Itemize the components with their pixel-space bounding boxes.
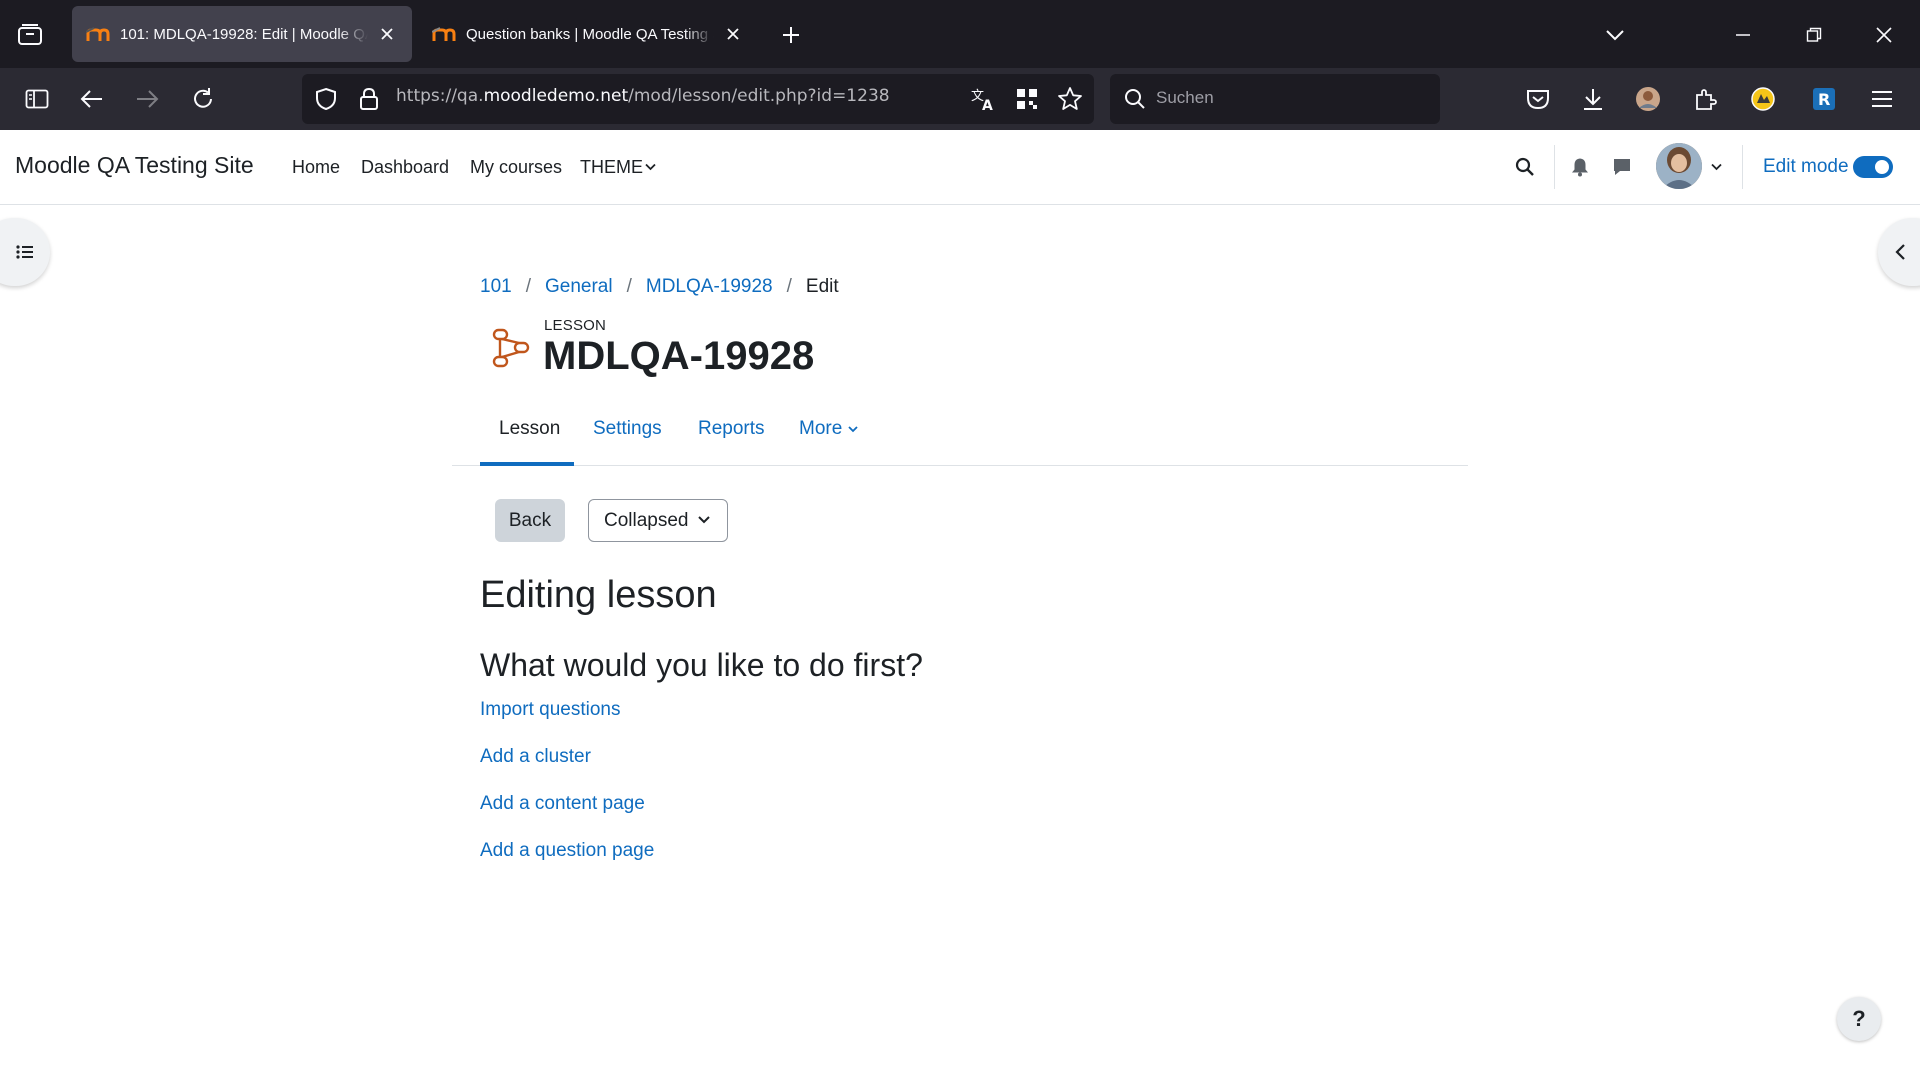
view-mode-value: Collapsed (604, 509, 689, 531)
close-tab-icon[interactable] (376, 23, 398, 45)
tracking-protection-shield-icon[interactable] (306, 80, 346, 118)
tab-more[interactable]: More (799, 418, 842, 440)
forward-arrow-icon[interactable] (127, 80, 167, 118)
restore-window-icon[interactable] (1797, 18, 1831, 52)
search-icon[interactable] (1512, 154, 1538, 180)
tab-reports[interactable]: Reports (698, 418, 765, 440)
user-menu-chevron-down-icon[interactable] (1708, 160, 1724, 174)
edit-mode-label[interactable]: Edit mode (1763, 156, 1849, 178)
list-icon (16, 245, 33, 259)
page-title: MDLQA-19928 (543, 334, 815, 378)
lesson-activity-icon (492, 328, 530, 368)
bookmark-star-icon[interactable] (1050, 80, 1090, 118)
tab-title: 101: MDLQA-19928: Edit | Moodle QA Testi… (120, 25, 368, 43)
course-index-drawer-toggle[interactable] (0, 218, 50, 286)
notifications-bell-icon[interactable] (1567, 154, 1593, 180)
url-path: /mod/lesson/edit.php?id=1238 (628, 86, 890, 106)
url-text[interactable]: https://qa.moodledemo.net/mod/lesson/edi… (396, 86, 890, 106)
edit-mode-toggle[interactable] (1853, 156, 1893, 178)
import-questions-link[interactable]: Import questions (480, 699, 620, 721)
view-mode-select[interactable]: Collapsed (588, 499, 728, 542)
tab-lesson[interactable]: Lesson (499, 418, 560, 440)
nav-home[interactable]: Home (292, 157, 340, 178)
breadcrumb: 101 / General / MDLQA-19928 / Edit (480, 276, 839, 298)
breadcrumb-link-activity[interactable]: MDLQA-19928 (646, 276, 773, 298)
messages-chat-icon[interactable] (1609, 154, 1635, 180)
header-divider (1554, 145, 1555, 189)
list-all-tabs-chevron-icon[interactable] (1598, 18, 1632, 52)
translate-icon[interactable]: 文A (964, 80, 1004, 118)
browser-tab-strip: 101: MDLQA-19928: Edit | Moodle QA Testi… (0, 0, 1920, 68)
sidebar-toggle-icon[interactable] (17, 80, 57, 118)
minimize-window-icon[interactable] (1726, 18, 1760, 52)
site-name[interactable]: Moodle QA Testing Site (15, 152, 254, 179)
active-tab-indicator (480, 462, 574, 466)
breadcrumb-separator: / (525, 276, 531, 297)
add-cluster-link[interactable]: Add a cluster (480, 746, 591, 768)
pocket-icon[interactable] (1518, 80, 1558, 118)
search-placeholder: Suchen (1156, 88, 1214, 107)
nav-my-courses[interactable]: My courses (470, 157, 562, 178)
breadcrumb-current: Edit (805, 276, 839, 297)
moodle-favicon-icon (86, 27, 110, 41)
close-tab-icon[interactable] (722, 23, 744, 45)
qr-code-icon[interactable] (1007, 80, 1047, 118)
nav-theme[interactable]: THEME (580, 157, 643, 178)
more-chevron-down-icon[interactable] (846, 422, 860, 436)
add-content-page-link[interactable]: Add a content page (480, 793, 645, 815)
close-window-icon[interactable] (1867, 18, 1901, 52)
theme-chevron-down-icon[interactable] (643, 160, 657, 174)
moodle-favicon-icon (432, 27, 456, 41)
extension-r-icon[interactable]: R (1804, 80, 1844, 118)
add-question-page-link[interactable]: Add a question page (480, 840, 654, 862)
browser-tab[interactable]: Question banks | Moodle QA Testing Site (418, 6, 758, 62)
chevron-down-icon (698, 516, 710, 524)
url-host: moodledemo.net (483, 86, 629, 106)
nav-dashboard[interactable]: Dashboard (361, 157, 449, 178)
svg-text:R: R (1818, 90, 1830, 109)
account-avatar-icon[interactable] (1628, 80, 1668, 118)
tab-title: Question banks | Moodle QA Testing Site (466, 25, 714, 43)
url-prefix: https://qa. (396, 86, 484, 106)
back-button[interactable]: Back (495, 499, 565, 542)
chevron-left-icon (1895, 244, 1905, 260)
extensions-puzzle-icon[interactable] (1685, 80, 1725, 118)
reload-icon[interactable] (183, 80, 223, 118)
tab-settings[interactable]: Settings (593, 418, 662, 440)
search-icon (1115, 80, 1155, 118)
downloads-icon[interactable] (1573, 80, 1613, 118)
hamburger-menu-icon[interactable] (1862, 80, 1902, 118)
back-arrow-icon[interactable] (72, 80, 112, 118)
svg-text:A: A (982, 98, 993, 112)
lock-icon[interactable] (349, 80, 389, 118)
breadcrumb-link-section[interactable]: General (545, 276, 613, 298)
editing-heading: Editing lesson (480, 574, 717, 616)
browser-tab-active[interactable]: 101: MDLQA-19928: Edit | Moodle QA Testi… (72, 6, 412, 62)
activity-type-label: LESSON (544, 317, 607, 334)
help-button[interactable]: ? (1837, 997, 1881, 1041)
tab-overview-icon[interactable] (14, 20, 46, 50)
breadcrumb-separator: / (786, 276, 792, 297)
user-avatar[interactable] (1656, 143, 1702, 189)
extension-badge-icon[interactable] (1743, 80, 1783, 118)
block-drawer-toggle[interactable] (1878, 218, 1920, 286)
breadcrumb-link-course[interactable]: 101 (480, 276, 512, 298)
new-tab-plus-icon[interactable] (776, 20, 806, 50)
first-action-heading: What would you like to do first? (480, 647, 923, 683)
breadcrumb-separator: / (626, 276, 632, 297)
header-divider (1742, 145, 1743, 189)
